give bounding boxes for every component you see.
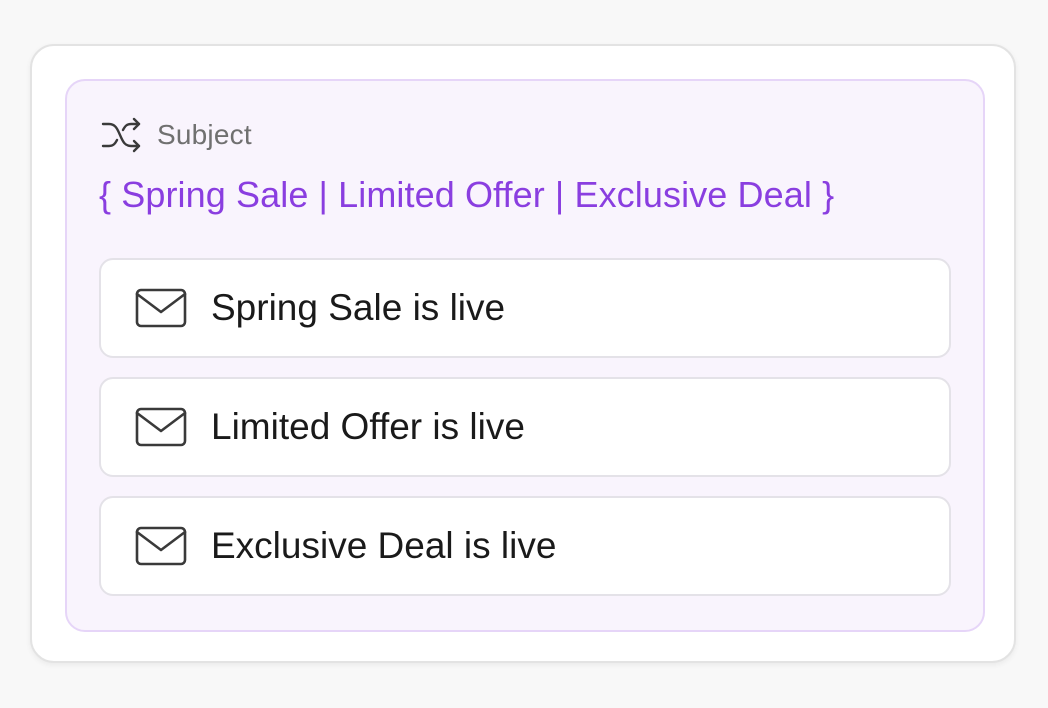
mail-icon [135, 287, 187, 329]
mail-icon [135, 525, 187, 567]
subject-variants-panel: Subject { Spring Sale | Limited Offer | … [65, 79, 985, 632]
mail-icon [135, 406, 187, 448]
variant-item-spring-sale[interactable]: Spring Sale is live [99, 258, 951, 358]
subject-header: Subject [101, 115, 252, 155]
variant-text: Limited Offer is live [211, 406, 525, 447]
variant-item-limited-offer[interactable]: Limited Offer is live [99, 377, 951, 477]
shuffle-icon [101, 115, 143, 155]
variant-item-exclusive-deal[interactable]: Exclusive Deal is live [99, 496, 951, 596]
subject-preview-card: Subject { Spring Sale | Limited Offer | … [30, 44, 1016, 663]
variant-text: Exclusive Deal is live [211, 525, 557, 566]
variant-text: Spring Sale is live [211, 287, 506, 328]
subject-label: Subject [157, 119, 252, 150]
variant-list: Spring Sale is live Limited Offer is liv… [99, 258, 951, 615]
spintax-expression: { Spring Sale | Limited Offer | Exclusiv… [99, 174, 835, 215]
